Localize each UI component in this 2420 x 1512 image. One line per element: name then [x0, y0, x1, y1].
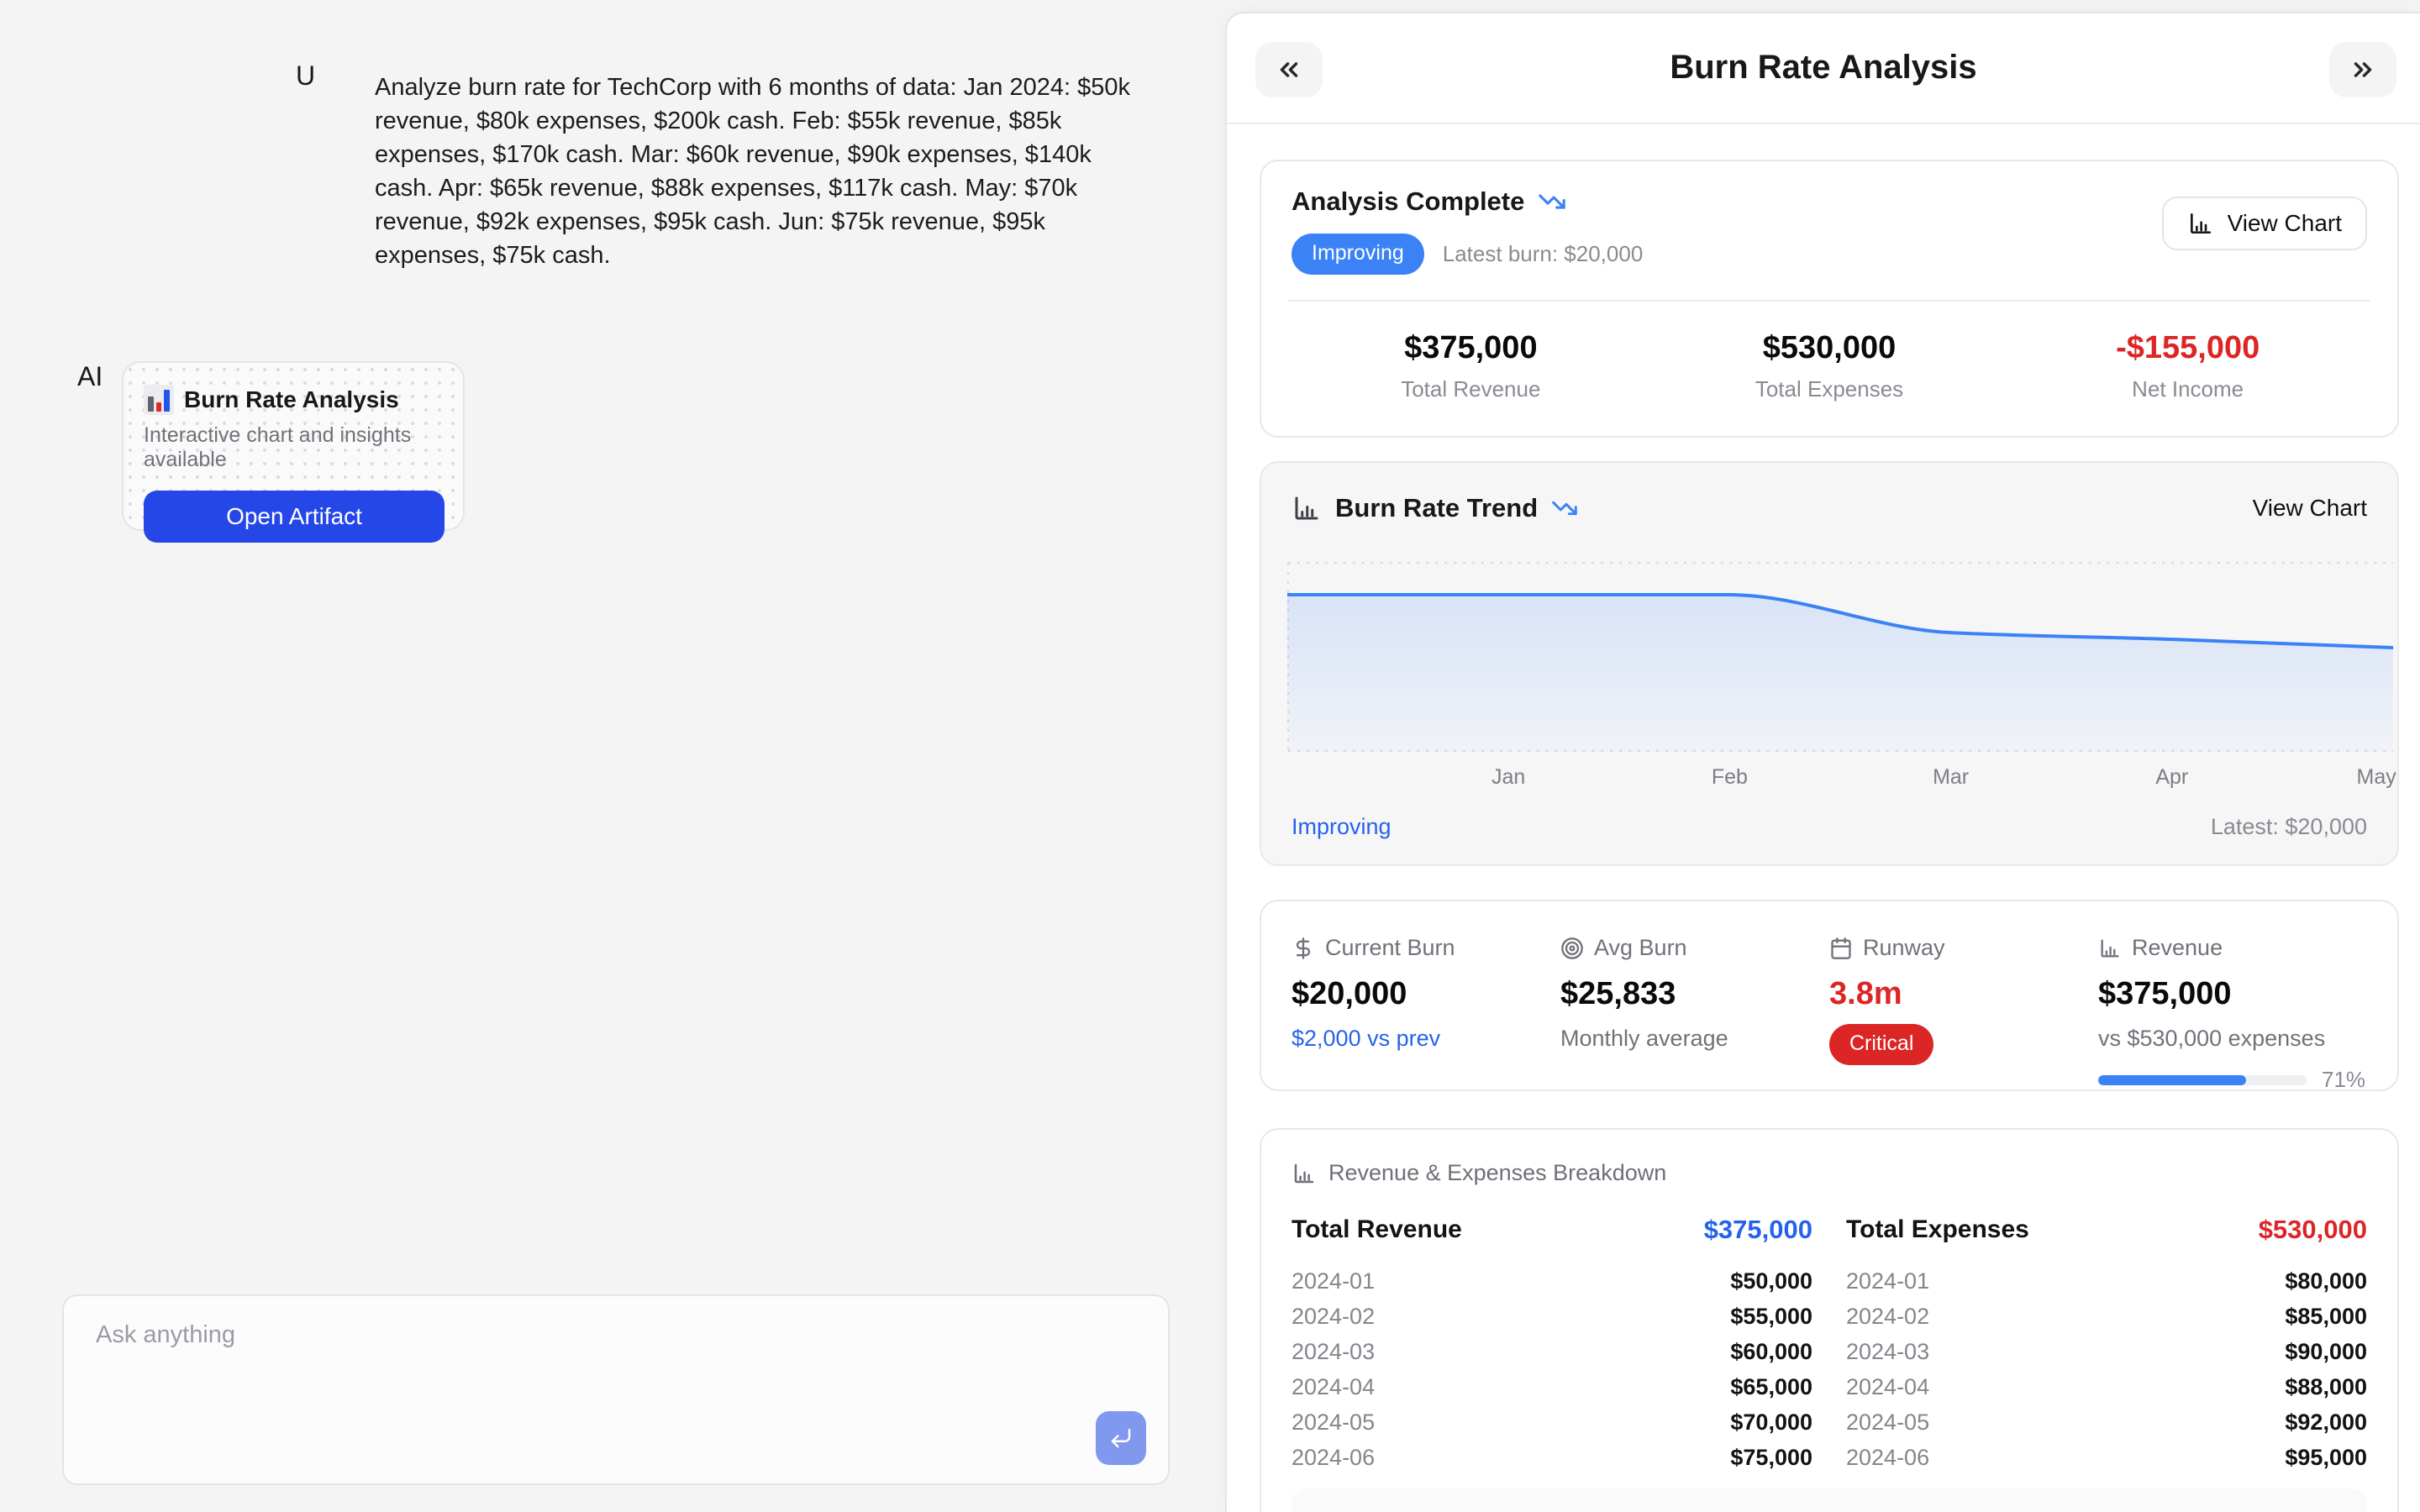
bar-chart-emoji-icon — [144, 385, 174, 415]
expand-panel-button[interactable] — [2329, 42, 2396, 97]
total-expenses-value: $530,000 — [1650, 330, 2009, 366]
metric-value: 3.8m — [1829, 976, 2098, 1012]
metric-label: Current Burn — [1325, 935, 1455, 961]
revenue-column: Total Revenue $375,000 2024-01$50,000 20… — [1292, 1211, 1812, 1475]
artifact-panel-header: Burn Rate Analysis — [1227, 13, 2420, 124]
view-chart-label: View Chart — [2228, 210, 2342, 237]
expenses-column-header: Total Expenses — [1846, 1215, 2029, 1244]
metric-value: $375,000 — [2098, 976, 2367, 1012]
user-message: Analyze burn rate for TechCorp with 6 mo… — [375, 71, 1141, 272]
x-tick-feb: Feb — [1712, 765, 1748, 790]
summary-stat-revenue: $375,000 Total Revenue — [1292, 330, 1650, 402]
artifact-title: Burn Rate Analysis — [1227, 49, 2420, 87]
table-row: 2024-04$65,000 — [1292, 1369, 1812, 1404]
table-row: 2024-01$80,000 — [1846, 1263, 2367, 1299]
x-tick-may: May — [2357, 765, 2396, 790]
metric-current-burn: Current Burn $20,000 $2,000 vs prev — [1292, 935, 1560, 1093]
net-income-box: Net Income -$155,000 Loss-making over th… — [1292, 1488, 2367, 1512]
metric-sub: $2,000 vs prev — [1292, 1026, 1560, 1052]
status-badge: Improving — [1292, 234, 1424, 275]
burn-rate-line-chart[interactable] — [1287, 562, 2393, 752]
revenue-column-total: $375,000 — [1704, 1215, 1812, 1245]
open-artifact-button[interactable]: Open Artifact — [144, 491, 445, 543]
artifact-preview-card: Burn Rate Analysis Interactive chart and… — [122, 361, 465, 531]
calendar-icon — [1829, 937, 1853, 960]
send-button[interactable] — [1096, 1411, 1146, 1465]
critical-badge: Critical — [1829, 1024, 1933, 1065]
user-avatar: U — [296, 60, 315, 92]
table-row: 2024-05$92,000 — [1846, 1404, 2367, 1440]
bar-chart-icon — [1292, 493, 1322, 523]
trend-status-text: Improving — [1292, 814, 1392, 840]
x-axis-labels: Jan Feb Mar Apr May — [1287, 765, 2393, 794]
metric-sub: vs $530,000 expenses — [2098, 1026, 2367, 1052]
metric-label: Runway — [1863, 935, 1945, 961]
summary-title: Analysis Complete — [1292, 186, 1524, 217]
trend-title: Burn Rate Trend — [1335, 493, 1538, 523]
table-row: 2024-02$55,000 — [1292, 1299, 1812, 1334]
expenses-column: Total Expenses $530,000 2024-01$80,000 2… — [1846, 1211, 2367, 1475]
latest-burn-text: Latest burn: $20,000 — [1443, 241, 1644, 267]
table-row: 2024-03$90,000 — [1846, 1334, 2367, 1369]
table-row: 2024-04$88,000 — [1846, 1369, 2367, 1404]
progress-percent: 71% — [2322, 1067, 2365, 1093]
metric-label: Avg Burn — [1594, 935, 1687, 961]
table-row: 2024-03$60,000 — [1292, 1334, 1812, 1369]
revenue-column-header: Total Revenue — [1292, 1215, 1462, 1244]
metric-revenue: Revenue $375,000 vs $530,000 expenses 71… — [2098, 935, 2367, 1093]
table-row: 2024-06$95,000 — [1846, 1440, 2367, 1475]
bar-chart-icon — [2098, 937, 2122, 960]
enter-key-icon — [1108, 1425, 1134, 1451]
target-icon — [1560, 937, 1584, 960]
metric-runway: Runway 3.8m Critical — [1829, 935, 2098, 1093]
metric-avg-burn: Avg Burn $25,833 Monthly average — [1560, 935, 1829, 1093]
total-revenue-value: $375,000 — [1292, 330, 1650, 366]
ai-avatar: AI — [77, 361, 103, 392]
view-chart-button[interactable]: View Chart — [2162, 197, 2367, 250]
x-tick-mar: Mar — [1933, 765, 1969, 790]
summary-divider — [1288, 300, 2370, 302]
net-income-value: -$155,000 — [2008, 330, 2367, 366]
x-tick-jan: Jan — [1491, 765, 1525, 790]
trend-latest-text: Latest: $20,000 — [2211, 814, 2367, 840]
summary-stat-expenses: $530,000 Total Expenses — [1650, 330, 2009, 402]
metric-value: $25,833 — [1560, 976, 1829, 1012]
analysis-summary-card: Analysis Complete Improving Latest burn:… — [1260, 160, 2399, 438]
metric-label: Revenue — [2132, 935, 2223, 961]
trending-down-icon — [1538, 187, 1566, 216]
table-row: 2024-06$75,000 — [1292, 1440, 1812, 1475]
breakdown-card: Revenue & Expenses Breakdown Total Reven… — [1260, 1128, 2399, 1512]
chevrons-right-icon — [2349, 55, 2377, 84]
metric-value: $20,000 — [1292, 976, 1560, 1012]
chat-pane: U Analyze burn rate for TechCorp with 6 … — [0, 0, 1225, 1512]
net-income-label: Net Income — [2008, 376, 2367, 402]
revenue-vs-expenses-progress — [2098, 1075, 2307, 1085]
message-input-box — [62, 1294, 1170, 1485]
message-input[interactable] — [96, 1321, 1020, 1422]
x-tick-apr: Apr — [2155, 765, 2188, 790]
bar-chart-icon — [2187, 210, 2214, 237]
expenses-column-total: $530,000 — [2259, 1215, 2367, 1245]
artifact-panel: Burn Rate Analysis Analysis Complete — [1225, 12, 2420, 1512]
total-expenses-label: Total Expenses — [1650, 376, 2009, 402]
area-chart-svg — [1287, 562, 2393, 752]
app-root: U Analyze burn rate for TechCorp with 6 … — [0, 0, 2420, 1512]
summary-stat-net-income: -$155,000 Net Income — [2008, 330, 2367, 402]
artifact-card-title: Burn Rate Analysis — [184, 386, 399, 413]
burn-rate-trend-card: Burn Rate Trend View Chart — [1260, 461, 2399, 866]
artifact-panel-content: Analysis Complete Improving Latest burn:… — [1227, 124, 2420, 1512]
breakdown-title: Revenue & Expenses Breakdown — [1328, 1160, 1666, 1186]
bar-chart-icon — [1292, 1161, 1317, 1186]
trending-down-icon — [1551, 495, 1578, 522]
dollar-sign-icon — [1292, 937, 1315, 960]
table-row: 2024-05$70,000 — [1292, 1404, 1812, 1440]
table-row: 2024-01$50,000 — [1292, 1263, 1812, 1299]
total-revenue-label: Total Revenue — [1292, 376, 1650, 402]
key-metrics-card: Current Burn $20,000 $2,000 vs prev Avg … — [1260, 900, 2399, 1091]
table-row: 2024-02$85,000 — [1846, 1299, 2367, 1334]
trend-view-chart-button[interactable]: View Chart — [2253, 495, 2367, 522]
artifact-card-subtitle: Interactive chart and insights available — [144, 423, 445, 472]
metric-sub: Monthly average — [1560, 1026, 1829, 1052]
